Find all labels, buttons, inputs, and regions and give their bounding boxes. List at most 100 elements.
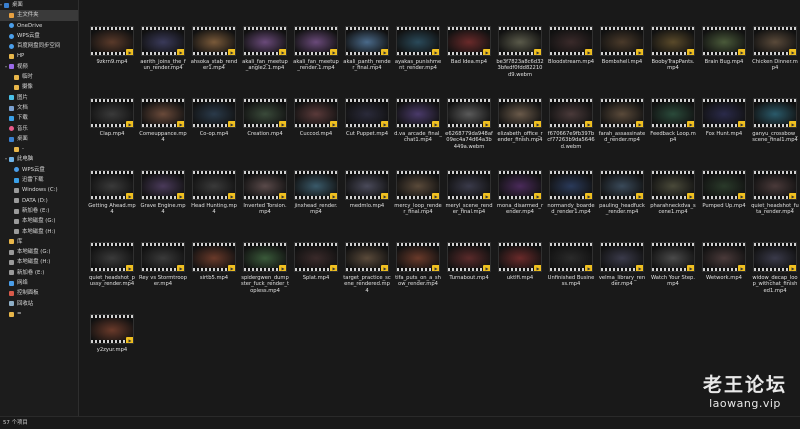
file-item[interactable]: ▶ be3f7823a8c6d323bfedf0fdd82210d9.webm <box>496 26 544 92</box>
file-item[interactable]: ▶ 9zkrn9.mp4 <box>88 26 136 92</box>
file-name: tifa_puts_on_a_show_render.mp4 <box>395 275 441 288</box>
file-item[interactable]: ▶ spidergwen_dumpster_fuck_render_topless… <box>241 242 289 308</box>
sidebar-item[interactable]: ▾ 此电脑 <box>0 154 78 164</box>
file-item[interactable]: ▶ Cuccod.mp4 <box>292 98 340 164</box>
sidebar-item[interactable]: 迅雷下载 <box>0 175 78 185</box>
file-item[interactable]: ▶ Fox Hunt.mp4 <box>700 98 748 164</box>
file-item[interactable]: ▶ f670667e9fb397bcf77263b9da5646d.webm <box>547 98 595 164</box>
file-item[interactable]: ▶ ayakas_punishment_render.mp4 <box>394 26 442 92</box>
file-item[interactable]: ▶ Watch Your Step.mp4 <box>649 242 697 308</box>
sidebar-item[interactable]: DATA (D:) <box>0 196 78 206</box>
file-item[interactable]: ▶ Chicken Dinner.mp4 <box>751 26 799 92</box>
file-item[interactable]: ▶ Wetwork.mp4 <box>700 242 748 308</box>
sidebar-item[interactable]: HP <box>0 51 78 61</box>
file-item[interactable]: ▶ elizabeth_office_render_finish.mp4 <box>496 98 544 164</box>
file-item[interactable]: ▶ aerith_joins_the_fun_render.mp4 <box>139 26 187 92</box>
file-item[interactable]: ▶ normandy_boarded_render1.mp4 <box>547 170 595 236</box>
file-item[interactable]: ▶ Co-op.mp4 <box>190 98 238 164</box>
file-item[interactable]: ▶ Splat.mp4 <box>292 242 340 308</box>
expand-chevron-icon[interactable]: ▾ <box>0 0 3 10</box>
film-strip <box>703 243 745 246</box>
file-item[interactable]: ▶ Cut Puppet.mp4 <box>343 98 391 164</box>
sidebar-item[interactable]: 网络 <box>0 278 78 288</box>
file-item[interactable]: ▶ mona_disarmed_render.mp4 <box>496 170 544 236</box>
file-item[interactable]: ▶ meryl_scene_render_final.mp4 <box>445 170 493 236</box>
file-item[interactable]: ▶ Pumped Up.mp4 <box>700 170 748 236</box>
sidebar-item[interactable]: 临时 <box>0 72 78 82</box>
file-item[interactable]: ▶ Head Hunting.mp4 <box>190 170 238 236</box>
file-item[interactable]: ▶ ganyu_crossbow_scene_final1.mp4 <box>751 98 799 164</box>
sidebar-item[interactable]: OneDrive <box>0 21 78 31</box>
file-item[interactable]: ▶ velma_library_render.mp4 <box>598 242 646 308</box>
file-item[interactable]: ▶ medmlo.mp4 <box>343 170 391 236</box>
film-strip <box>448 27 490 30</box>
sidebar-item[interactable]: - <box>0 144 78 154</box>
sidebar-item[interactable]: 文档 <box>0 103 78 113</box>
file-item[interactable]: ▶ Grave Engine.mp4 <box>139 170 187 236</box>
file-item[interactable]: ▶ tifa_puts_on_a_show_render.mp4 <box>394 242 442 308</box>
sidebar-item-label: 新加卷 (E:) <box>22 207 50 214</box>
file-item[interactable]: ▶ Unfinished Business.mp4 <box>547 242 595 308</box>
sidebar-item[interactable]: 本地磁盘 (H:) <box>0 257 78 267</box>
file-item[interactable]: ▶ Turnabout.mp4 <box>445 242 493 308</box>
file-item[interactable]: ▶ akali_fan_meetup_render.1.mp4 <box>292 26 340 92</box>
expand-chevron-icon[interactable]: ▾ <box>4 62 8 72</box>
file-item[interactable]: ▶ Comeuppance.mp4 <box>139 98 187 164</box>
sidebar-item[interactable]: 主文件夹 <box>0 10 78 21</box>
sidebar-item[interactable]: 本地磁盘 (H:) <box>0 227 78 237</box>
sidebar-item[interactable]: 音乐 <box>0 124 78 134</box>
file-item[interactable]: ▶ widow_decap_loop_withchat_finished1.mp4 <box>751 242 799 308</box>
file-item[interactable]: ▶ akali_fan_meetup_angle2.1.mp4 <box>241 26 289 92</box>
file-item[interactable]: ▶ jinxhead_render.mp4 <box>292 170 340 236</box>
sidebar-item[interactable]: = <box>0 309 78 319</box>
sidebar-item[interactable]: 控制面板 <box>0 288 78 298</box>
sidebar-item[interactable]: WPS云盘 <box>0 165 78 175</box>
navigation-pane[interactable]: ▾ 桌面 主文件夹 OneDrive WPS云盘 百度网盘同步空间 HP ▾ 视频 临时 摄像 图片文… <box>0 0 79 417</box>
file-item[interactable]: ▶ Feedback Loop.mp4 <box>649 98 697 164</box>
file-item[interactable]: ▶ Bombshell.mp4 <box>598 26 646 92</box>
file-item[interactable]: ▶ pharahneckdva_scene1.mp4 <box>649 170 697 236</box>
file-item[interactable]: ▶ e6268779da948af09ec4a74d64a3b449a.webm <box>445 98 493 164</box>
file-item[interactable]: ▶ Rey vs Stormtrooper.mp4 <box>139 242 187 308</box>
file-item[interactable]: ▶ farah_assassinated_render.mp4 <box>598 98 646 164</box>
sidebar-item[interactable]: WPS云盘 <box>0 31 78 41</box>
sidebar-item[interactable]: 新加卷 (E:) <box>0 206 78 216</box>
file-item[interactable]: ▶ pauling_headfuck_render.mp4 <box>598 170 646 236</box>
file-item[interactable]: ▶ Creation.mp4 <box>241 98 289 164</box>
file-item[interactable]: ▶ BoobyTrapPants.mp4 <box>649 26 697 92</box>
file-item[interactable]: ▶ quiet_headshot_pussy_render.mp4 <box>88 242 136 308</box>
sidebar-item[interactable]: 本地磁盘 (G:) <box>0 216 78 226</box>
file-item[interactable]: ▶ uktlfi.mp4 <box>496 242 544 308</box>
file-item[interactable]: ▶ sirtb5.mp4 <box>190 242 238 308</box>
sidebar-item[interactable]: 百度网盘同步空间 <box>0 41 78 51</box>
file-item[interactable]: ▶ quiet_headshot_futa_render.mp4 <box>751 170 799 236</box>
file-item[interactable]: ▶ Bloodstream.mp4 <box>547 26 595 92</box>
file-item[interactable]: ▶ mercy_loop_render_final.mp4 <box>394 170 442 236</box>
file-item[interactable]: ▶ Bad Idea.mp4 <box>445 26 493 92</box>
file-item[interactable]: ▶ d.va_arcade_final_chat1.mp4 <box>394 98 442 164</box>
sidebar-item[interactable]: Windows (C:) <box>0 185 78 195</box>
file-item[interactable]: ▶ Getting Ahead.mp4 <box>88 170 136 236</box>
file-item[interactable]: ▶ y2zyur.mp4 <box>88 314 136 380</box>
sidebar-item[interactable]: 摄像 <box>0 82 78 92</box>
file-item[interactable]: ▶ Inverted Torsion.mp4 <box>241 170 289 236</box>
expand-chevron-icon[interactable]: ▾ <box>4 154 8 164</box>
file-item[interactable]: ▶ Brain Bug.mp4 <box>700 26 748 92</box>
file-name: Cuccod.mp4 <box>299 131 333 137</box>
sidebar-item[interactable]: ▾ 桌面 <box>0 0 78 10</box>
sidebar-item[interactable]: 新加卷 (E:) <box>0 268 78 278</box>
sidebar-item[interactable]: 本地磁盘 (G:) <box>0 247 78 257</box>
file-item[interactable]: ▶ akali_panth_render_final.mp4 <box>343 26 391 92</box>
sidebar-item-label: DATA (D:) <box>22 197 48 204</box>
file-item[interactable]: ▶ target_practice_scene_rendered.mp4 <box>343 242 391 308</box>
file-item[interactable]: ▶ Clap.mp4 <box>88 98 136 164</box>
sidebar-item[interactable]: 图片 <box>0 93 78 103</box>
sidebar-item[interactable]: 下载 <box>0 113 78 123</box>
sidebar-item[interactable]: 桌面 <box>0 134 78 144</box>
file-item[interactable]: ▶ ahsoka_stab_render1.mp4 <box>190 26 238 92</box>
sidebar-item[interactable]: ▾ 视频 <box>0 62 78 72</box>
video-thumbnail: ▶ <box>192 98 236 128</box>
film-strip <box>448 171 490 174</box>
sidebar-item[interactable]: 回收站 <box>0 299 78 309</box>
sidebar-item[interactable]: 库 <box>0 237 78 247</box>
